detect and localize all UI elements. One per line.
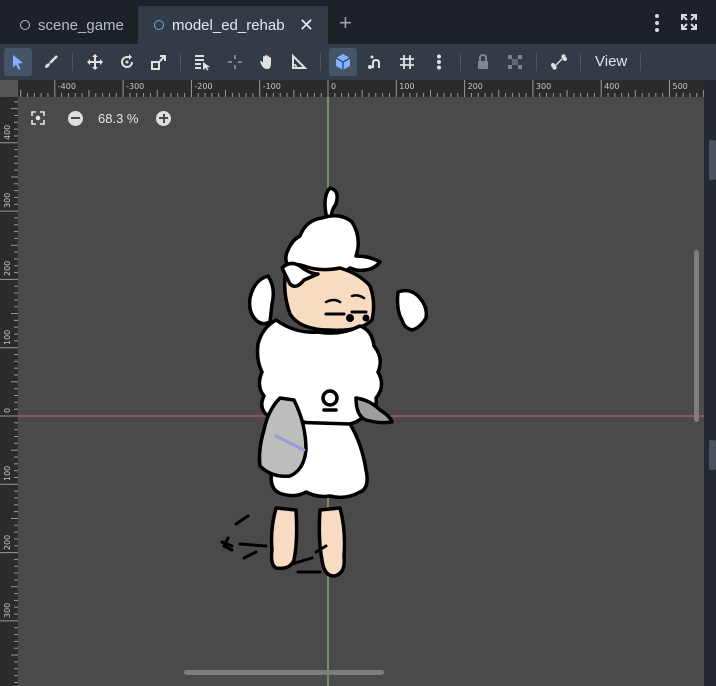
more-options-icon[interactable] [650, 13, 664, 33]
canvas-toolbar: View [0, 44, 716, 80]
character-sprite [220, 186, 429, 578]
grid-snap-button[interactable] [393, 48, 421, 76]
view-menu-button[interactable]: View [595, 48, 627, 76]
canvas-drawing[interactable] [0, 80, 704, 686]
ruler-tick-label: 200 [3, 534, 12, 550]
ruler-tick-label: 400 [3, 124, 12, 140]
ruler-tick-label: -100 [262, 82, 281, 91]
scale-icon [151, 55, 166, 70]
ruler-tick-label: 100 [3, 329, 12, 345]
distraction-free-icon[interactable] [680, 13, 698, 31]
canvas-viewport[interactable]: -400 -300 -200 -100 0 100 200 300 400 500 400 300 2… [0, 80, 704, 686]
list-select-tool-button[interactable] [188, 48, 216, 76]
vertical-ruler[interactable]: 400 300 200 100 0 100 200 300 [0, 97, 18, 686]
snap-options-button[interactable] [361, 48, 389, 76]
side-panel-edge [704, 80, 716, 686]
ruler-tick-label: 500 [672, 82, 688, 91]
brush-icon [45, 55, 58, 68]
group-icon [508, 55, 522, 69]
scale-tool-button[interactable] [145, 48, 173, 76]
cursor-icon [13, 55, 23, 70]
snap-icon [368, 55, 380, 69]
tab-label: model_ed_rehab [172, 16, 285, 34]
ruler-tool-button[interactable] [285, 48, 313, 76]
ruler-tick-label: 300 [3, 192, 12, 209]
cube-icon [335, 54, 351, 70]
vertical-dots-icon [437, 54, 441, 70]
pivot-tool-button[interactable] [221, 48, 249, 76]
ruler-corner [0, 80, 18, 97]
smart-snap-button[interactable] [329, 48, 357, 76]
vertical-scrollbar[interactable] [694, 250, 699, 422]
ruler-tick-label: -300 [126, 82, 145, 91]
lock-icon [478, 53, 488, 69]
zoom-controls: 68.3 % [30, 108, 172, 128]
ruler-tick-label: 100 [3, 466, 12, 482]
lock-button[interactable] [469, 48, 497, 76]
tab-label: scene_game [38, 16, 124, 34]
pivot-icon [228, 55, 242, 69]
horizontal-ruler[interactable]: -400 -300 -200 -100 0 100 200 300 400 500 [18, 80, 704, 97]
grid-icon [400, 55, 414, 69]
zoom-level-label[interactable]: 68.3 % [98, 111, 138, 126]
tab-model-ed-rehab[interactable]: model_ed_rehab ✕ [138, 6, 328, 44]
ruler-tick-label: 300 [535, 82, 552, 91]
rotate-icon [121, 54, 133, 68]
zoom-in-button[interactable] [156, 110, 172, 126]
ruler-tick-label: 0 [331, 82, 337, 91]
paint-tool-button[interactable] [37, 48, 65, 76]
ruler-tick-label: 200 [3, 261, 12, 277]
add-tab-button[interactable]: + [339, 10, 352, 36]
ruler-tick-label: 0 [3, 407, 12, 413]
pan-tool-button[interactable] [253, 48, 281, 76]
ruler-tick-label: 100 [399, 82, 415, 91]
rotate-tool-button[interactable] [113, 48, 141, 76]
ruler-icon [292, 53, 308, 69]
move-icon [87, 54, 103, 70]
group-button[interactable] [501, 48, 529, 76]
tab-scene-game[interactable]: scene_game [20, 6, 124, 44]
scene-tab-bar: scene_game model_ed_rehab ✕ + [0, 0, 716, 44]
bone-icon [551, 54, 567, 70]
ruler-tick-label: -400 [57, 82, 76, 91]
horizontal-scrollbar[interactable] [184, 670, 384, 675]
select-tool-button[interactable] [4, 48, 32, 76]
scene-icon [20, 20, 30, 30]
scene-icon [154, 20, 164, 30]
zoom-out-button[interactable] [68, 110, 83, 126]
snap-menu-button[interactable] [425, 48, 453, 76]
ruler-tick-label: 200 [467, 82, 483, 91]
close-tab-icon[interactable]: ✕ [299, 15, 314, 36]
move-tool-button[interactable] [81, 48, 109, 76]
ruler-tick-label: 400 [604, 82, 620, 91]
ruler-tick-label: -200 [194, 82, 213, 91]
list-select-icon [195, 55, 210, 71]
skeleton-button[interactable] [545, 48, 573, 76]
center-view-icon[interactable] [30, 110, 46, 126]
hand-icon [260, 55, 271, 69]
ruler-tick-label: 300 [3, 602, 12, 618]
